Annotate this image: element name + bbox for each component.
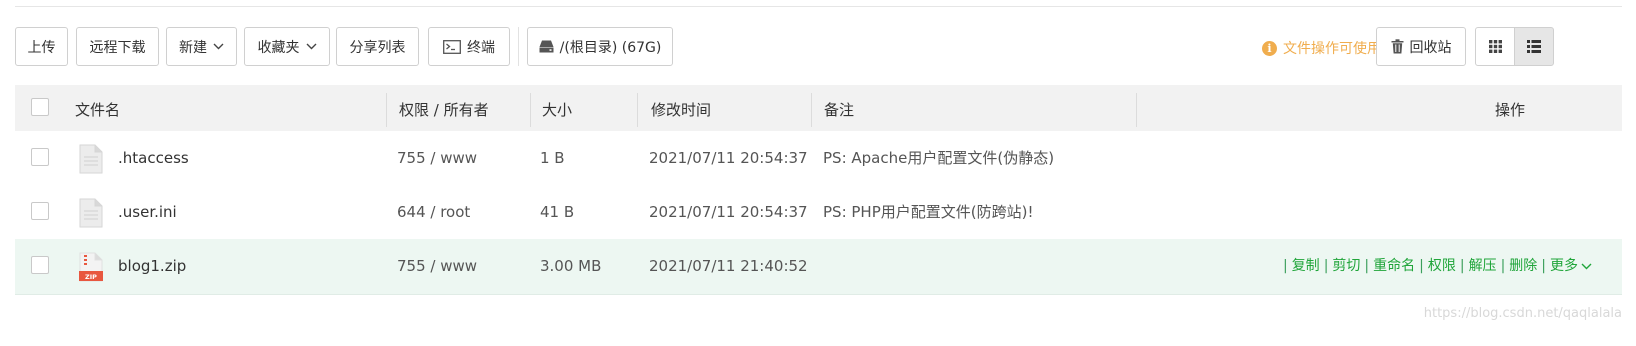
column-divider (811, 93, 812, 127)
grid-view-button[interactable] (1475, 27, 1515, 66)
favorites-label: 收藏夹 (257, 39, 300, 56)
file-note[interactable]: PS: Apache用户配置文件(伪静态) (823, 131, 1054, 186)
action-separator: | (1419, 258, 1424, 274)
column-divider (637, 93, 638, 127)
recycle-bin-button[interactable]: 回收站 (1376, 27, 1466, 66)
rename-action[interactable]: 重命名 (1373, 258, 1415, 274)
action-separator: | (1459, 258, 1465, 274)
terminal-button[interactable]: 终端 (428, 27, 510, 66)
row-checkbox[interactable] (31, 202, 49, 220)
table-row[interactable]: .htaccess 755 / www 1 B 2021/07/11 20:54… (15, 131, 1622, 187)
table-row[interactable]: ZIP blog1.zip 755 / www 3.00 MB 2021/07/… (15, 239, 1622, 295)
new-label: 新建 (179, 39, 207, 56)
column-divider (1136, 93, 1137, 127)
upload-label: 上传 (27, 39, 56, 56)
file-note[interactable]: PS: PHP用户配置文件(防跨站)! (823, 185, 1033, 240)
zip-file-icon: ZIP (79, 252, 103, 282)
action-separator: | (1282, 258, 1288, 274)
share-list-button[interactable]: 分享列表 (336, 27, 419, 66)
remote-download-button[interactable]: 远程下载 (76, 27, 159, 66)
file-name[interactable]: .htaccess (118, 131, 189, 186)
file-modified-time: 2021/07/11 20:54:37 (649, 203, 808, 221)
file-modified-time: 2021/07/11 20:54:37 (649, 149, 808, 167)
top-divider (15, 6, 1622, 7)
watermark: https://blog.csdn.net/qaqlalala (1423, 306, 1622, 321)
column-actions: 操作 (1494, 101, 1525, 119)
copy-action[interactable]: 复制 (1292, 258, 1320, 274)
hard-drive-icon (539, 40, 554, 53)
select-all-checkbox[interactable] (31, 98, 49, 116)
path-label: /(根目录) (67G) (559, 39, 662, 56)
terminal-icon (443, 39, 461, 54)
table-row[interactable]: .user.ini 644 / root 41 B 2021/07/11 20:… (15, 185, 1622, 241)
column-size[interactable]: 大小 (542, 85, 572, 135)
zip-icon-label: ZIP (85, 273, 97, 281)
action-separator: | (1500, 258, 1506, 274)
action-separator: | (1323, 258, 1329, 274)
favorites-button[interactable]: 收藏夹 (244, 27, 330, 66)
info-icon: i (1262, 40, 1277, 56)
trash-icon (1391, 39, 1403, 54)
chevron-down-icon[interactable] (1581, 263, 1592, 270)
file-permission[interactable]: 755 / www (397, 131, 477, 186)
column-name[interactable]: 文件名 (75, 85, 120, 135)
column-modified-time[interactable]: 修改时间 (651, 85, 711, 135)
terminal-label: 终端 (467, 39, 495, 56)
column-permission[interactable]: 权限 / 所有者 (399, 85, 489, 135)
chevron-down-icon (213, 43, 224, 50)
file-icon (79, 144, 103, 174)
list-view-button[interactable] (1514, 27, 1554, 66)
file-size: 41 B (540, 203, 575, 221)
action-separator: | (1364, 258, 1370, 274)
recycle-bin-label: 回收站 (1409, 39, 1452, 56)
file-size: 1 B (540, 149, 565, 167)
file-permission[interactable]: 755 / www (397, 239, 477, 294)
file-permission[interactable]: 644 / root (397, 185, 470, 240)
column-note: 备注 (824, 101, 855, 119)
grid-view-icon (1488, 40, 1502, 53)
action-separator: | (1541, 258, 1546, 274)
chevron-down-icon (306, 43, 316, 50)
delete-action[interactable]: 删除 (1509, 258, 1537, 274)
path-button[interactable]: /(根目录) (67G) (527, 27, 673, 66)
upload-button[interactable]: 上传 (15, 27, 68, 66)
file-size: 3.00 MB (540, 257, 602, 275)
extract-action[interactable]: 解压 (1469, 258, 1497, 274)
remote-download-label: 远程下载 (89, 39, 146, 56)
list-view-icon (1527, 40, 1541, 53)
row-checkbox[interactable] (31, 148, 49, 166)
row-actions: | 复制 | 剪切 | 重命名 | 权限 | 解压 | 删除 | 更多 (1279, 239, 1592, 294)
toolbar-divider (518, 27, 519, 66)
permission-action[interactable]: 权限 (1428, 258, 1456, 274)
file-name[interactable]: .user.ini (118, 185, 177, 240)
file-name[interactable]: blog1.zip (118, 239, 186, 294)
file-table-header: 文件名 权限 / 所有者 大小 修改时间 备注 操作 (15, 85, 1622, 136)
cut-action[interactable]: 剪切 (1332, 258, 1360, 274)
row-checkbox[interactable] (31, 256, 49, 274)
file-modified-time: 2021/07/11 21:40:52 (649, 257, 808, 275)
more-action[interactable]: 更多 (1550, 258, 1578, 274)
file-icon (79, 198, 103, 228)
share-list-label: 分享列表 (349, 39, 406, 56)
column-divider (386, 93, 387, 127)
column-divider (530, 93, 531, 127)
new-button[interactable]: 新建 (166, 27, 237, 66)
